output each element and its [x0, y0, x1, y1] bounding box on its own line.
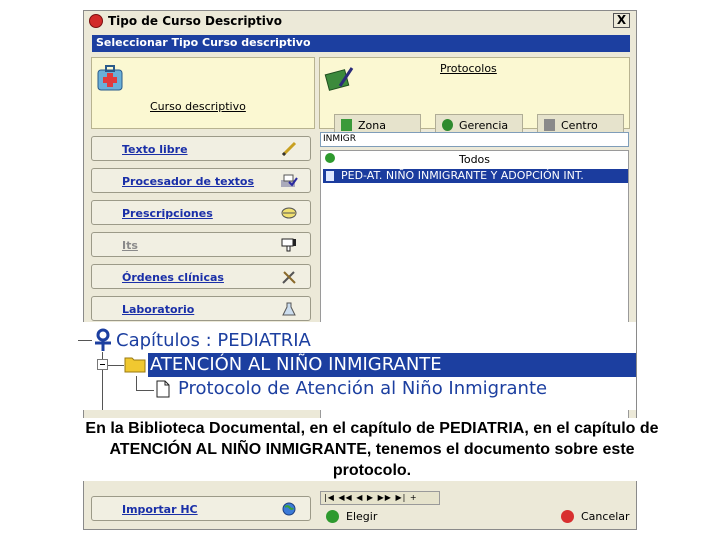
tree-root-label[interactable]: Capítulos : PEDIATRIA [116, 330, 311, 351]
app-icon [89, 14, 103, 28]
building-icon [544, 119, 555, 131]
protocolos-title: Protocolos [440, 62, 497, 75]
record-navigator[interactable]: |◀ ◀◀ ◀ ▶ ▶▶ ▶| + [320, 491, 440, 505]
document-icon [156, 380, 170, 398]
collapse-toggle[interactable] [97, 359, 108, 370]
list-header-label: Todos [458, 153, 491, 166]
check-icon [325, 153, 335, 163]
search-input[interactable]: INMIGR [320, 132, 629, 147]
folder-icon [124, 357, 146, 373]
list-header[interactable]: Todos [321, 153, 628, 166]
caption-line-3: protocolo. [332, 462, 412, 479]
close-button[interactable]: X [613, 13, 630, 28]
elegir-button[interactable]: Elegir [326, 509, 396, 525]
cancelar-button[interactable]: Cancelar [561, 509, 630, 525]
tree-node-selected[interactable]: ATENCIÓN AL NIÑO INMIGRANTE [148, 353, 636, 377]
caption: En la Biblioteca Documental, en el capít… [40, 418, 704, 481]
first-aid-kit-icon [97, 65, 123, 91]
subheader-text: Seleccionar Tipo Curso descriptivo [96, 36, 311, 49]
chapters-icon [95, 328, 111, 351]
chapter-tree: Capítulos : PEDIATRIA ATENCIÓN AL NIÑO I… [78, 322, 636, 410]
target-icon [442, 119, 453, 131]
cancel-icon [561, 510, 574, 523]
check-icon [326, 510, 339, 523]
curso-descriptivo-panel[interactable]: Curso descriptivo [91, 57, 315, 129]
tree-line [136, 390, 154, 391]
thumbs-down-icon [281, 238, 296, 252]
nav-importar-hc[interactable]: Importar HC [91, 496, 311, 521]
nav-laboratorio[interactable]: Laboratorio [91, 296, 311, 321]
nav-prescripciones[interactable]: Prescripciones [91, 200, 311, 225]
flask-icon [282, 302, 296, 316]
nav-texto-libre[interactable]: Texto libre [91, 136, 311, 161]
window-title: Tipo de Curso Descriptivo [108, 14, 282, 28]
subheader-bar: Seleccionar Tipo Curso descriptivo [92, 35, 630, 52]
list-item-selected[interactable]: PED-AT. NIÑO INMIGRANTE Y ADOPCIÓN INT. [323, 169, 628, 183]
tree-child-label: ATENCIÓN AL NIÑO INMIGRANTE [150, 354, 442, 375]
globe-icon [282, 502, 296, 516]
tree-line [108, 365, 124, 366]
document-icon [341, 119, 352, 131]
caption-line-1: En la Biblioteca Documental, en el capít… [85, 420, 659, 437]
pencil-icon [281, 141, 297, 157]
nav-procesador-de-textos[interactable]: Procesador de textos [91, 168, 311, 193]
list-item-label: PED-AT. NIÑO INMIGRANTE Y ADOPCIÓN INT. [341, 169, 584, 182]
protocolos-panel: Protocolos Zona Gerencia Centro [319, 57, 630, 136]
printer-check-icon [281, 174, 298, 187]
document-icon [326, 171, 334, 181]
tools-icon [282, 271, 296, 284]
title-bar: Tipo de Curso Descriptivo X [84, 11, 636, 32]
tree-leaf-label[interactable]: Protocolo de Atención al Niño Inmigrante [178, 378, 547, 399]
caption-line-2: ATENCIÓN AL NIÑO INMIGRANTE, tenemos el … [109, 441, 635, 458]
tree-line [136, 376, 137, 390]
book-pen-icon [324, 67, 354, 91]
nav-ordenes-clinicas[interactable]: Órdenes clínicas [91, 264, 311, 289]
nav-its[interactable]: Its [91, 232, 311, 257]
tree-line [78, 340, 92, 341]
pill-icon [281, 207, 297, 219]
curso-descriptivo-title: Curso descriptivo [150, 100, 246, 113]
